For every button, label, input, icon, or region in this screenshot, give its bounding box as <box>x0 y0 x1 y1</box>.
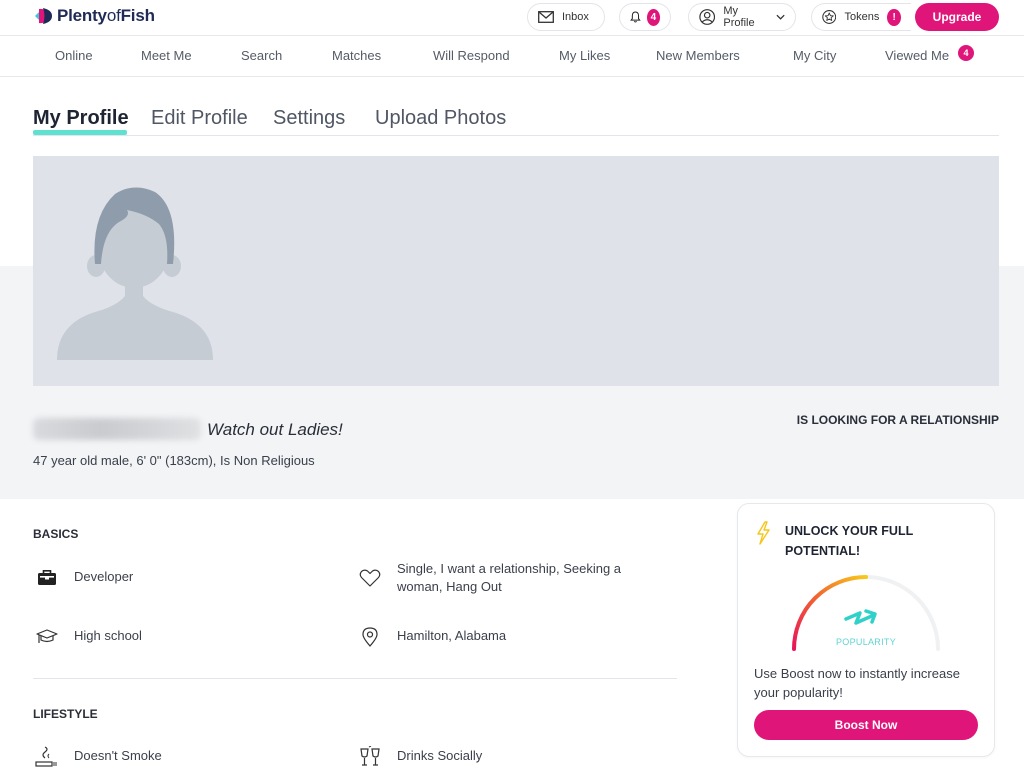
inbox-button[interactable]: Inbox <box>527 3 605 31</box>
looking-for-label: IS LOOKING FOR A RELATIONSHIP <box>796 413 999 427</box>
tokens-label: Tokens <box>844 11 880 23</box>
nav-item-new-members[interactable]: New Members <box>656 48 740 63</box>
my-profile-label: My Profile <box>723 5 755 29</box>
boost-card: UNLOCK YOUR FULL POTENTIAL! POPULARITY U… <box>737 503 995 757</box>
drinking-text: Drinks Socially <box>397 748 483 763</box>
lifestyle-heading: LIFESTYLE <box>33 707 98 721</box>
tokens-badge: ! <box>887 8 901 26</box>
default-avatar-icon <box>57 187 213 360</box>
basics-relationship: Single, I want a relationship, Seeking a… <box>357 560 647 596</box>
tokens-button[interactable]: Tokens ! <box>811 3 911 31</box>
wine-glasses-icon <box>357 746 383 767</box>
trend-arrow-icon <box>844 611 876 625</box>
boost-card-title: UNLOCK YOUR FULL POTENTIAL! <box>785 524 914 558</box>
top-bar: PlentyofFish Inbox 4 My Profile Tokens !… <box>0 0 1024 36</box>
occupation-text: Developer <box>74 569 134 584</box>
basics-heading: BASICS <box>33 527 79 541</box>
profile-details: 47 year old male, 6' 0" (183cm), Is Non … <box>33 453 315 468</box>
nav-item-will-respond[interactable]: Will Respond <box>433 48 510 63</box>
nav-item-my-city[interactable]: My City <box>793 48 836 63</box>
lifestyle-smoking: Doesn't Smoke <box>34 746 162 767</box>
education-text: High school <box>74 628 142 643</box>
basics-occupation: Developer <box>34 568 133 588</box>
notifications-badge: 4 <box>646 8 660 26</box>
nav-item-my-likes[interactable]: My Likes <box>559 48 610 63</box>
bell-icon <box>630 11 641 23</box>
tab-my-profile[interactable]: My Profile <box>33 107 129 130</box>
tab-edit-profile[interactable]: Edit Profile <box>151 107 248 130</box>
logo-text: PlentyofFish <box>57 6 155 25</box>
nav-item-online[interactable]: Online <box>55 48 93 63</box>
profile-tagline: Watch out Ladies! <box>207 420 343 439</box>
my-profile-menu[interactable]: My Profile <box>688 3 796 31</box>
boost-now-button[interactable]: Boost Now <box>754 710 978 740</box>
cigarette-icon <box>34 746 60 767</box>
location-text: Hamilton, Alabama <box>397 628 507 643</box>
basics-education: High school <box>34 627 142 647</box>
inbox-label: Inbox <box>562 11 589 23</box>
profile-photo-area[interactable] <box>33 156 999 386</box>
logo[interactable]: PlentyofFish <box>33 6 155 26</box>
briefcase-icon <box>34 568 60 588</box>
graduation-cap-icon <box>34 627 60 647</box>
user-circle-icon <box>699 9 716 25</box>
nav-item-viewed-me[interactable]: Viewed Me <box>885 48 949 63</box>
viewed-me-badge: 4 <box>958 45 974 61</box>
heart-icon <box>357 568 383 588</box>
fish-logo-icon <box>35 8 52 24</box>
location-pin-icon <box>357 627 383 647</box>
envelope-icon <box>538 11 554 23</box>
active-tab-indicator <box>33 130 127 135</box>
nav-item-viewed-me-label: Viewed Me <box>885 48 950 63</box>
profile-tabs: My Profile Edit Profile Settings Upload … <box>33 107 999 136</box>
tab-upload-photos[interactable]: Upload Photos <box>375 107 506 130</box>
nav-item-meet-me[interactable]: Meet Me <box>141 48 192 63</box>
username-blurred <box>33 418 201 440</box>
star-circle-icon <box>822 10 837 24</box>
basics-location: Hamilton, Alabama <box>357 627 506 647</box>
chevron-down-icon <box>776 14 785 20</box>
smoking-text: Doesn't Smoke <box>74 748 162 763</box>
nav-item-matches[interactable]: Matches <box>332 48 381 63</box>
boost-card-text: Use Boost now to instantly increase your… <box>754 666 960 700</box>
lightning-bolt-icon <box>757 521 770 545</box>
popularity-label: POPULARITY <box>835 637 896 647</box>
relationship-text: Single, I want a relationship, Seeking a… <box>397 561 622 594</box>
lifestyle-drinking: Drinks Socially <box>357 746 483 767</box>
nav-item-search[interactable]: Search <box>241 48 282 63</box>
notifications-button[interactable]: 4 <box>619 3 671 31</box>
main-nav: Online Meet Me Search Matches Will Respo… <box>0 36 1024 77</box>
tab-settings[interactable]: Settings <box>273 107 345 130</box>
upgrade-button[interactable]: Upgrade <box>915 3 999 31</box>
section-divider <box>33 678 677 679</box>
